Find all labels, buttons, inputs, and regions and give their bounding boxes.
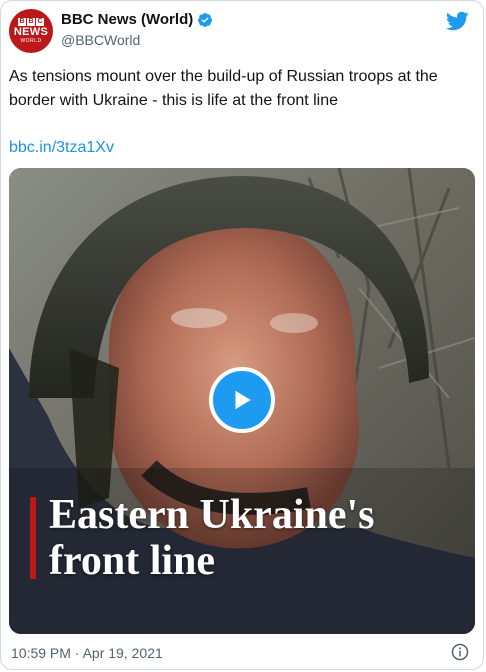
verified-badge-icon <box>198 13 213 27</box>
display-name[interactable]: BBC News (World) <box>61 11 193 29</box>
twitter-bird-icon[interactable] <box>445 9 469 33</box>
tweet-card: B B C NEWS WORLD BBC News (World) @BBCWo… <box>0 0 484 670</box>
play-button[interactable] <box>209 367 275 433</box>
bbc-logo-blocks: B B C <box>18 18 44 26</box>
bbc-letter: C <box>36 18 44 26</box>
video-caption: Eastern Ukraine's front line <box>49 492 375 584</box>
tweet-timestamp[interactable]: 10:59 PM · Apr 19, 2021 <box>11 645 163 662</box>
info-icon[interactable] <box>451 643 469 661</box>
caption-accent-bar <box>30 497 36 579</box>
play-icon <box>235 390 251 410</box>
avatar-world-text: WORLD <box>20 38 42 44</box>
avatar-news-text: NEWS <box>13 26 49 38</box>
tweet-link[interactable]: bbc.in/3tza1Xv <box>9 137 114 159</box>
video-caption-line-1: Eastern Ukraine's <box>49 492 375 538</box>
avatar[interactable]: B B C NEWS WORLD <box>9 9 53 53</box>
video-thumbnail[interactable]: Eastern Ukraine's front line <box>9 168 475 634</box>
bbc-letter: B <box>27 18 35 26</box>
user-handle[interactable]: @BBCWorld <box>61 32 140 49</box>
bbc-letter: B <box>18 18 26 26</box>
video-caption-line-2: front line <box>49 538 216 584</box>
author-name-row: BBC News (World) <box>61 11 213 29</box>
tweet-text: As tensions mount over the build-up of R… <box>9 68 438 109</box>
